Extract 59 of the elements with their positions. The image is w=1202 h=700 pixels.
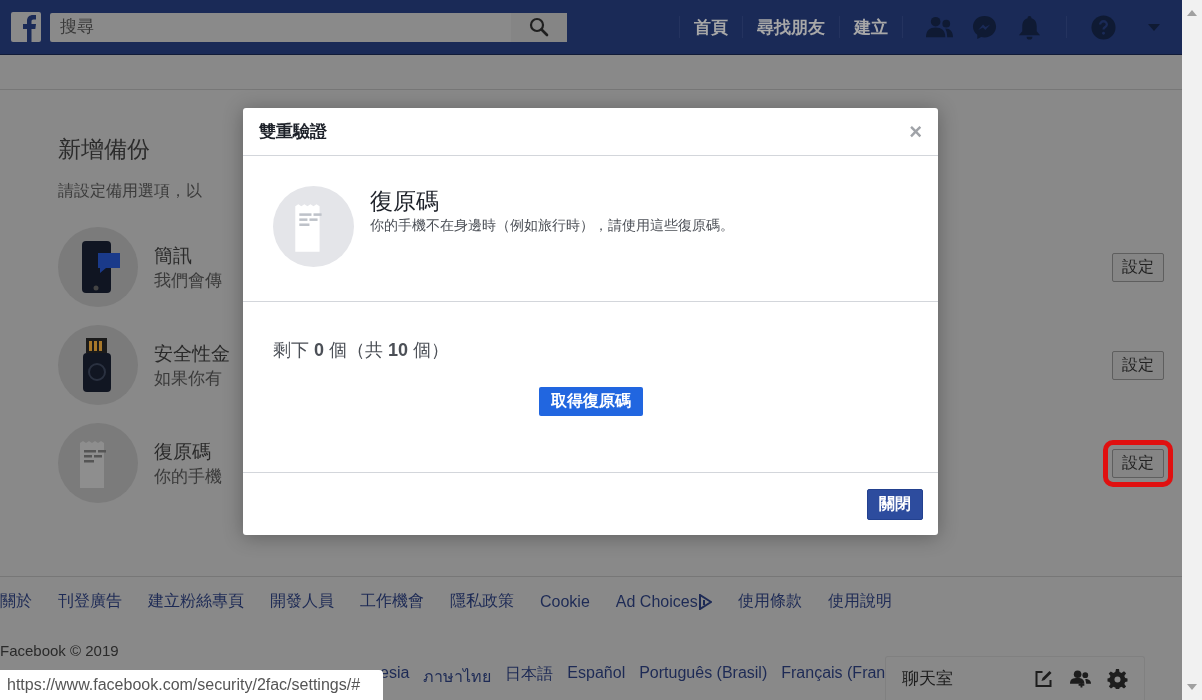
footer-link[interactable]: Ad Choices xyxy=(615,591,712,612)
messenger-icon[interactable] xyxy=(971,14,998,40)
section-subtitle: 請設定備用選項，以 xyxy=(58,181,202,201)
status-url: https://www.facebook.com/security/2fac/settings/# xyxy=(0,670,383,700)
settings-icon[interactable] xyxy=(1107,668,1128,689)
nav-link[interactable]: 尋找朋友 xyxy=(757,15,825,39)
language-link[interactable]: Español xyxy=(567,664,626,689)
footer-link[interactable]: 使用說明 xyxy=(827,591,892,612)
close-dialog-button[interactable]: 關閉 xyxy=(867,488,923,520)
scroll-down-icon[interactable] xyxy=(1187,684,1197,690)
footer-link[interactable]: 使用條款 xyxy=(737,591,802,612)
method-description: 你的手機 xyxy=(154,465,223,488)
nav-link[interactable]: 首頁 xyxy=(694,15,728,39)
footer-link[interactable]: 隱私政策 xyxy=(450,591,514,612)
setup-button[interactable]: 設定 xyxy=(1112,350,1164,380)
method-title: 復原碼 xyxy=(154,439,212,464)
language-link[interactable]: 日本語 xyxy=(505,664,554,689)
chat-bar[interactable]: 聊天室 xyxy=(885,656,1145,700)
scrollbar[interactable] xyxy=(1182,0,1202,700)
method-title: 簡訊 xyxy=(154,243,193,268)
footer-link[interactable]: Cookie xyxy=(540,591,590,612)
help-icon[interactable] xyxy=(1090,14,1117,40)
section-title: 新增備份 xyxy=(58,135,150,164)
footer-link[interactable]: 工作機會 xyxy=(360,591,424,612)
setup-button[interactable]: 設定 xyxy=(1112,252,1164,282)
compose-icon[interactable] xyxy=(1033,668,1054,689)
search-field[interactable]: 搜尋 xyxy=(50,12,511,42)
setup-button[interactable]: 設定 xyxy=(1112,448,1164,478)
add-people-icon[interactable] xyxy=(1070,668,1091,689)
document-icon xyxy=(58,423,138,503)
method-description: 你的手機不在身邊時（例如旅行時），請使用這些復原碼。 xyxy=(370,217,734,235)
usb-key-icon xyxy=(58,325,138,405)
method-title: 復原碼 xyxy=(370,187,440,216)
footer-link[interactable]: 開發人員 xyxy=(270,591,334,612)
language-link[interactable]: Português (Brasil) xyxy=(639,664,768,689)
method-description: 如果你有 xyxy=(154,367,223,390)
search-icon xyxy=(529,17,549,37)
remaining-codes-text: 剩下 0 個（共 10 個） xyxy=(273,339,451,362)
ad-choices-icon xyxy=(697,593,712,610)
close-button[interactable]: × xyxy=(909,118,922,145)
search-button[interactable] xyxy=(511,12,567,42)
dialog-title: 雙重驗證 xyxy=(259,121,327,143)
footer-link[interactable]: 刊登廣告 xyxy=(58,591,122,612)
chat-title: 聊天室 xyxy=(902,668,953,690)
caret-icon[interactable] xyxy=(1148,23,1160,31)
method-description: 我們會傳 xyxy=(154,269,223,292)
phone-icon xyxy=(58,227,138,307)
language-link[interactable]: Français (Fran xyxy=(781,664,886,689)
logo-icon[interactable] xyxy=(11,12,41,42)
nav-link[interactable]: 建立 xyxy=(854,15,888,39)
friends-icon[interactable] xyxy=(926,14,953,40)
footer-link[interactable]: 建立粉絲專頁 xyxy=(148,591,244,612)
footer-link[interactable]: 關於 xyxy=(0,591,32,612)
get-codes-button[interactable]: 取得復原碼 xyxy=(538,387,643,416)
language-link[interactable]: ภาษาไทย xyxy=(423,664,492,689)
scroll-up-icon[interactable] xyxy=(1187,10,1197,16)
copyright-text: Facebook © 2019 xyxy=(0,642,120,659)
method-title: 安全性金 xyxy=(154,341,231,366)
document-icon xyxy=(273,186,354,267)
